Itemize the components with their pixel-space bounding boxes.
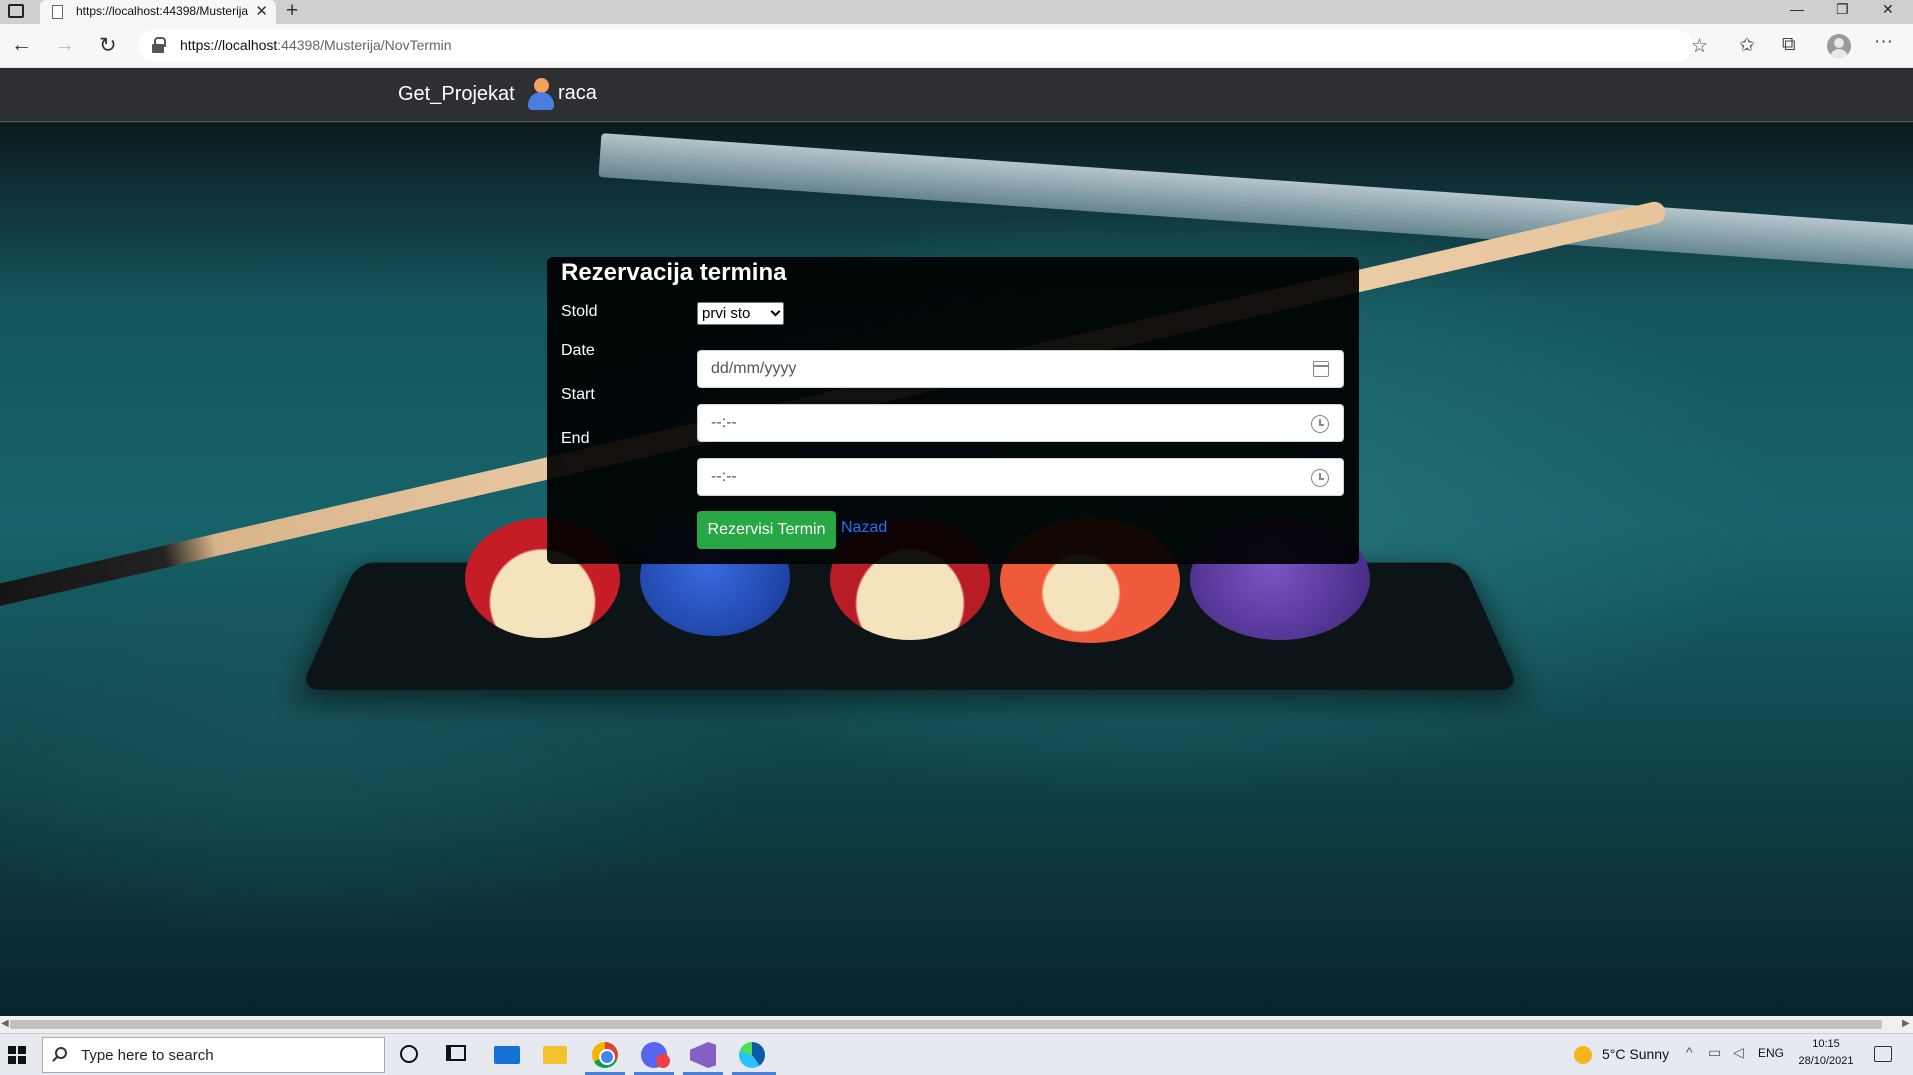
table-rail-decoration: [598, 133, 1913, 270]
maximize-button[interactable]: ❐: [1836, 1, 1849, 18]
clock-date[interactable]: 28/10/2021: [1791, 1055, 1861, 1067]
scroll-right-arrow-icon[interactable]: ▶: [1902, 1018, 1910, 1029]
window-menu-icon[interactable]: [8, 4, 24, 18]
chevron-down-icon: [770, 306, 781, 317]
cortana-icon[interactable]: [400, 1045, 418, 1063]
clock-icon[interactable]: [1311, 415, 1329, 433]
search-icon: [55, 1047, 67, 1059]
address-bar[interactable]: https://localhost:44398/Musterija/NovTer…: [138, 30, 1708, 62]
favorites-icon[interactable]: ✩: [1739, 34, 1755, 57]
end-time-input[interactable]: --:--: [697, 458, 1344, 496]
brand-link[interactable]: Get_Projekat: [398, 83, 515, 106]
site-navbar: Get_Projekat raca: [0, 68, 1913, 122]
new-tab-button[interactable]: +: [286, 0, 298, 23]
scrollbar-thumb[interactable]: [10, 1020, 1882, 1029]
back-link[interactable]: Nazad: [841, 519, 887, 537]
lock-icon[interactable]: [152, 37, 166, 53]
windows-start-icon[interactable]: [8, 1046, 26, 1064]
tab-title: https://localhost:44398/Musterija: [76, 4, 249, 18]
stolid-label: Stold: [561, 303, 598, 320]
add-favorite-icon[interactable]: ☆: [1691, 35, 1708, 58]
username-link[interactable]: raca: [558, 82, 597, 105]
stolid-select[interactable]: prvi sto: [697, 302, 784, 325]
search-placeholder: Type here to search: [81, 1047, 214, 1064]
url-text[interactable]: https://localhost:44398/Musterija/NovTer…: [180, 37, 452, 53]
weather-sun-icon[interactable]: [1574, 1046, 1592, 1064]
end-label: End: [561, 430, 590, 447]
minimize-button[interactable]: —: [1790, 1, 1804, 17]
browser-toolbar: ← → ↻ https://localhost:44398/Musterija/…: [0, 24, 1913, 68]
submit-reservation-button[interactable]: Rezervisi Termin: [697, 511, 836, 549]
refresh-button[interactable]: ↻: [99, 33, 117, 58]
language-indicator[interactable]: ENG: [1758, 1046, 1784, 1060]
collections-icon[interactable]: ⧉: [1782, 34, 1796, 56]
close-window-button[interactable]: ✕: [1882, 1, 1894, 18]
back-button[interactable]: ←: [11, 33, 32, 57]
date-input[interactable]: dd/mm/yyyy: [697, 350, 1344, 388]
form-title: Rezervacija termina: [561, 259, 787, 286]
chrome-app-icon[interactable]: [592, 1042, 618, 1068]
notification-badge: [656, 1054, 670, 1068]
weather-text[interactable]: 5°C Sunny: [1602, 1046, 1669, 1062]
date-label: Date: [561, 342, 595, 359]
browser-tab-active[interactable]: https://localhost:44398/Musterija ✕: [40, 0, 276, 24]
show-hidden-icons-chevron-icon[interactable]: ^: [1686, 1044, 1693, 1060]
start-placeholder: --:--: [711, 414, 737, 431]
start-label: Start: [561, 386, 595, 403]
reservation-form: Rezervacija termina Stold prvi sto Date …: [547, 257, 1359, 564]
clock-time[interactable]: 10:15: [1796, 1038, 1856, 1050]
notification-center-icon[interactable]: [1874, 1046, 1892, 1062]
clock-icon[interactable]: [1311, 469, 1329, 487]
calendar-icon[interactable]: [1313, 361, 1329, 377]
volume-icon[interactable]: ◁: [1733, 1044, 1744, 1061]
user-icon: [528, 78, 554, 110]
date-placeholder: dd/mm/yyyy: [711, 360, 797, 377]
start-time-input[interactable]: --:--: [697, 404, 1344, 442]
taskbar-search-box[interactable]: Type here to search: [42, 1037, 385, 1073]
network-icon[interactable]: ▭: [1708, 1044, 1721, 1061]
tab-close-icon[interactable]: ✕: [255, 2, 268, 20]
mail-app-icon[interactable]: [494, 1046, 520, 1064]
horizontal-scrollbar[interactable]: ◀ ▶: [0, 1016, 1913, 1033]
scroll-left-arrow-icon[interactable]: ◀: [1, 1018, 9, 1029]
page-favicon-icon: [52, 5, 63, 19]
visual-studio-icon[interactable]: [690, 1042, 716, 1068]
edge-browser-icon[interactable]: [739, 1042, 765, 1068]
profile-avatar-icon[interactable]: [1827, 34, 1851, 58]
more-menu-icon[interactable]: ···: [1874, 31, 1893, 53]
task-view-icon[interactable]: [446, 1045, 466, 1061]
end-placeholder: --:--: [711, 468, 737, 485]
windows-taskbar: Type here to search 5°C Sunny ^ ▭ ◁ ENG …: [0, 1033, 1913, 1075]
browser-tab-strip: https://localhost:44398/Musterija ✕ + — …: [0, 0, 1913, 24]
forward-button[interactable]: →: [54, 33, 75, 57]
stolid-selected-value: prvi sto: [702, 305, 751, 322]
file-explorer-icon[interactable]: [543, 1046, 567, 1064]
